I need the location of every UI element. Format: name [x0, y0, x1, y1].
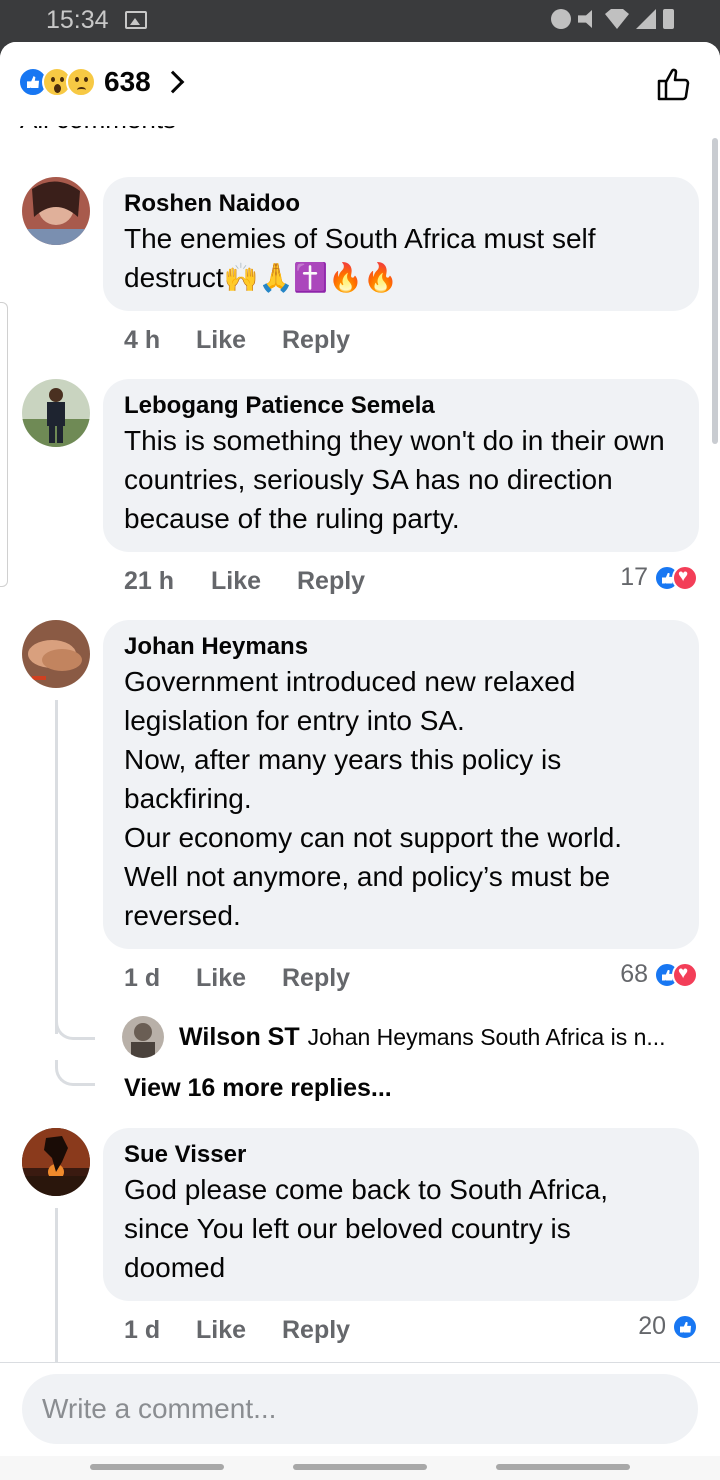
comment-actions: 21 h Like Reply — [124, 567, 365, 596]
signal-icon — [636, 9, 656, 29]
reply-text: Johan Heymans South Africa is n... — [307, 1023, 666, 1050]
love-icon — [672, 564, 698, 591]
avatar[interactable] — [22, 177, 90, 245]
comment-text: This is something they won't do in their… — [124, 425, 665, 534]
alarm-icon — [551, 9, 571, 29]
avatar[interactable] — [22, 1128, 90, 1196]
comment-time: 4 h — [124, 326, 161, 354]
status-bar: 15:34 — [0, 0, 720, 42]
comment-actions: 4 h Like Reply — [124, 326, 350, 355]
comment-time: 21 h — [124, 567, 175, 595]
sheet-header: 638 — [0, 42, 720, 126]
reaction-count: 638 — [104, 66, 151, 97]
comment-bubble[interactable]: Sue Visser God please come back to South… — [103, 1128, 699, 1301]
like-icon — [672, 1313, 698, 1340]
mute-icon — [578, 10, 592, 28]
thread-branch — [55, 1014, 95, 1040]
comment-text: The enemies of South Africa must self de… — [124, 223, 596, 293]
comment-reactions[interactable]: 20 — [638, 1312, 698, 1341]
recents-button[interactable] — [90, 1464, 224, 1470]
comment-input[interactable] — [22, 1374, 698, 1444]
reply-button[interactable]: Reply — [282, 1316, 350, 1345]
comment-bubble[interactable]: Roshen Naidoo The enemies of South Afric… — [103, 177, 699, 311]
comment-author[interactable]: Sue Visser — [124, 1140, 677, 1170]
comment-actions: 1 d Like Reply — [124, 964, 350, 993]
comment-actions: 1 d Like Reply — [124, 1316, 350, 1345]
home-button[interactable] — [293, 1464, 427, 1470]
status-icons — [551, 9, 674, 29]
comment-reactions[interactable]: 17 — [620, 563, 698, 592]
comment-reactions[interactable]: 68 — [620, 960, 698, 989]
comment-bubble[interactable]: Lebogang Patience Semela This is somethi… — [103, 379, 699, 552]
sad-reaction-icon — [66, 67, 96, 97]
reply-button[interactable]: Reply — [297, 567, 365, 596]
scrollbar[interactable] — [712, 138, 718, 444]
reactions-summary-button[interactable]: 638 — [18, 66, 185, 98]
navigation-bar — [0, 1456, 720, 1480]
reply-avatar[interactable] — [122, 1016, 164, 1058]
comment-text: Government introduced new relaxed legisl… — [124, 666, 623, 931]
reaction-count: 17 — [620, 563, 648, 591]
edge-handle — [0, 302, 8, 587]
thread-line — [55, 1208, 58, 1368]
chevron-right-icon — [161, 70, 185, 94]
reply-button[interactable]: Reply — [282, 326, 350, 355]
comment-composer — [0, 1362, 720, 1456]
comment-text: God please come back to South Africa, si… — [124, 1174, 609, 1283]
comment-bubble[interactable]: Johan Heymans Government introduced new … — [103, 620, 699, 949]
avatar[interactable] — [22, 620, 90, 688]
thread-line — [55, 700, 58, 1034]
reply-preview[interactable]: Wilson ST Johan Heymans South Africa is … — [122, 1016, 702, 1058]
comment-author[interactable]: Roshen Naidoo — [124, 189, 677, 219]
comment-author[interactable]: Johan Heymans — [124, 632, 677, 662]
battery-icon — [663, 9, 674, 29]
avatar[interactable] — [22, 379, 90, 447]
thread-branch — [55, 1060, 95, 1086]
like-button[interactable]: Like — [196, 964, 282, 993]
thumbs-up-icon[interactable] — [656, 66, 692, 102]
wifi-icon — [605, 9, 629, 29]
love-icon — [672, 961, 698, 988]
reaction-count: 20 — [638, 1312, 666, 1340]
reply-button[interactable]: Reply — [282, 964, 350, 993]
like-button[interactable]: Like — [196, 326, 282, 355]
comment-author[interactable]: Lebogang Patience Semela — [124, 391, 677, 421]
like-button[interactable]: Like — [196, 1316, 282, 1345]
reaction-count: 68 — [620, 960, 648, 988]
like-button[interactable]: Like — [211, 567, 297, 596]
gallery-notification-icon — [125, 11, 147, 29]
view-more-replies-link[interactable]: View 16 more replies... — [124, 1074, 392, 1103]
comment-time: 1 d — [124, 964, 161, 992]
status-time: 15:34 — [46, 6, 109, 34]
back-button[interactable] — [496, 1464, 630, 1470]
comment-time: 1 d — [124, 1316, 161, 1344]
comments-sheet: 638 All comments Roshen Naidoo The enemi… — [0, 42, 720, 1480]
reply-author[interactable]: Wilson ST — [179, 1023, 300, 1052]
